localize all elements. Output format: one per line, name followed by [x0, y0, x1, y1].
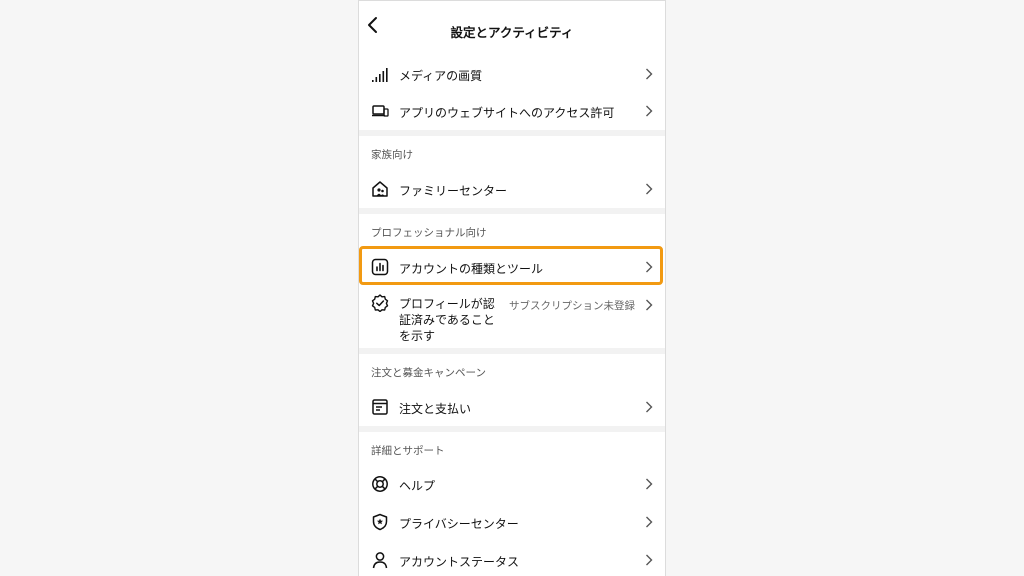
chevron-right-icon: [646, 261, 653, 273]
subscription-status: サブスクリプション未登録: [509, 300, 635, 312]
family-center-label: ファミリーセンター: [399, 184, 508, 198]
header: 設定とアクティビティ: [359, 1, 665, 49]
verified-badge-icon: [371, 294, 389, 312]
chevron-right-icon: [646, 478, 653, 490]
section-header-support: 詳細とサポート: [371, 445, 445, 457]
receipt-icon: [372, 399, 388, 415]
website-permissions-item[interactable]: アプリのウェブサイトへのアクセス許可: [359, 92, 665, 130]
privacy-center-label: プライバシーセンター: [399, 517, 519, 531]
help-item[interactable]: ヘルプ: [359, 465, 665, 503]
family-home-icon: [372, 181, 388, 197]
chevron-right-icon: [646, 401, 653, 413]
verified-profile-item[interactable]: プロフィールが認証済みであることを示す サブスクリプション未登録: [359, 286, 665, 348]
section-header-professional: プロフェッショナル向け: [371, 227, 487, 239]
section-divider: [359, 130, 665, 136]
account-type-tools-label: アカウントの種類とツール: [399, 262, 544, 276]
shield-star-icon: [372, 513, 388, 531]
account-type-tools-item[interactable]: アカウントの種類とツール: [359, 248, 665, 286]
chevron-right-icon: [646, 554, 653, 566]
laptop-icon: [372, 105, 389, 117]
account-status-item[interactable]: アカウントステータス: [359, 541, 665, 576]
signal-bars-icon: [372, 68, 388, 82]
media-quality-label: メディアの画質: [399, 69, 483, 83]
website-permissions-label: アプリのウェブサイトへのアクセス許可: [399, 106, 615, 120]
section-divider: [359, 348, 665, 354]
verified-profile-label: プロフィールが認証済みであることを示す: [399, 297, 495, 343]
chevron-right-icon: [646, 516, 653, 528]
section-divider: [359, 208, 665, 214]
media-quality-item[interactable]: メディアの画質: [359, 55, 665, 93]
section-divider: [359, 426, 665, 432]
chevron-right-icon: [646, 183, 653, 195]
privacy-center-item[interactable]: プライバシーセンター: [359, 503, 665, 541]
chevron-right-icon: [646, 299, 653, 311]
chevron-right-icon: [646, 68, 653, 80]
orders-payments-label: 注文と支払い: [399, 402, 472, 416]
account-status-label: アカウントステータス: [399, 555, 520, 569]
help-label: ヘルプ: [399, 479, 436, 493]
person-icon: [372, 552, 388, 569]
settings-screen: 設定とアクティビティ メディアの画質 アプリのウェブサイトへのアクセス許可 家族…: [358, 0, 666, 576]
chevron-right-icon: [646, 105, 653, 117]
chart-box-icon: [371, 258, 389, 276]
page-title: 設定とアクティビティ: [450, 25, 574, 40]
orders-payments-item[interactable]: 注文と支払い: [359, 388, 665, 426]
section-header-orders: 注文と募金キャンペーン: [371, 367, 486, 379]
section-header-family: 家族向け: [371, 149, 413, 161]
lifebuoy-icon: [372, 476, 388, 492]
family-center-item[interactable]: ファミリーセンター: [359, 170, 665, 208]
